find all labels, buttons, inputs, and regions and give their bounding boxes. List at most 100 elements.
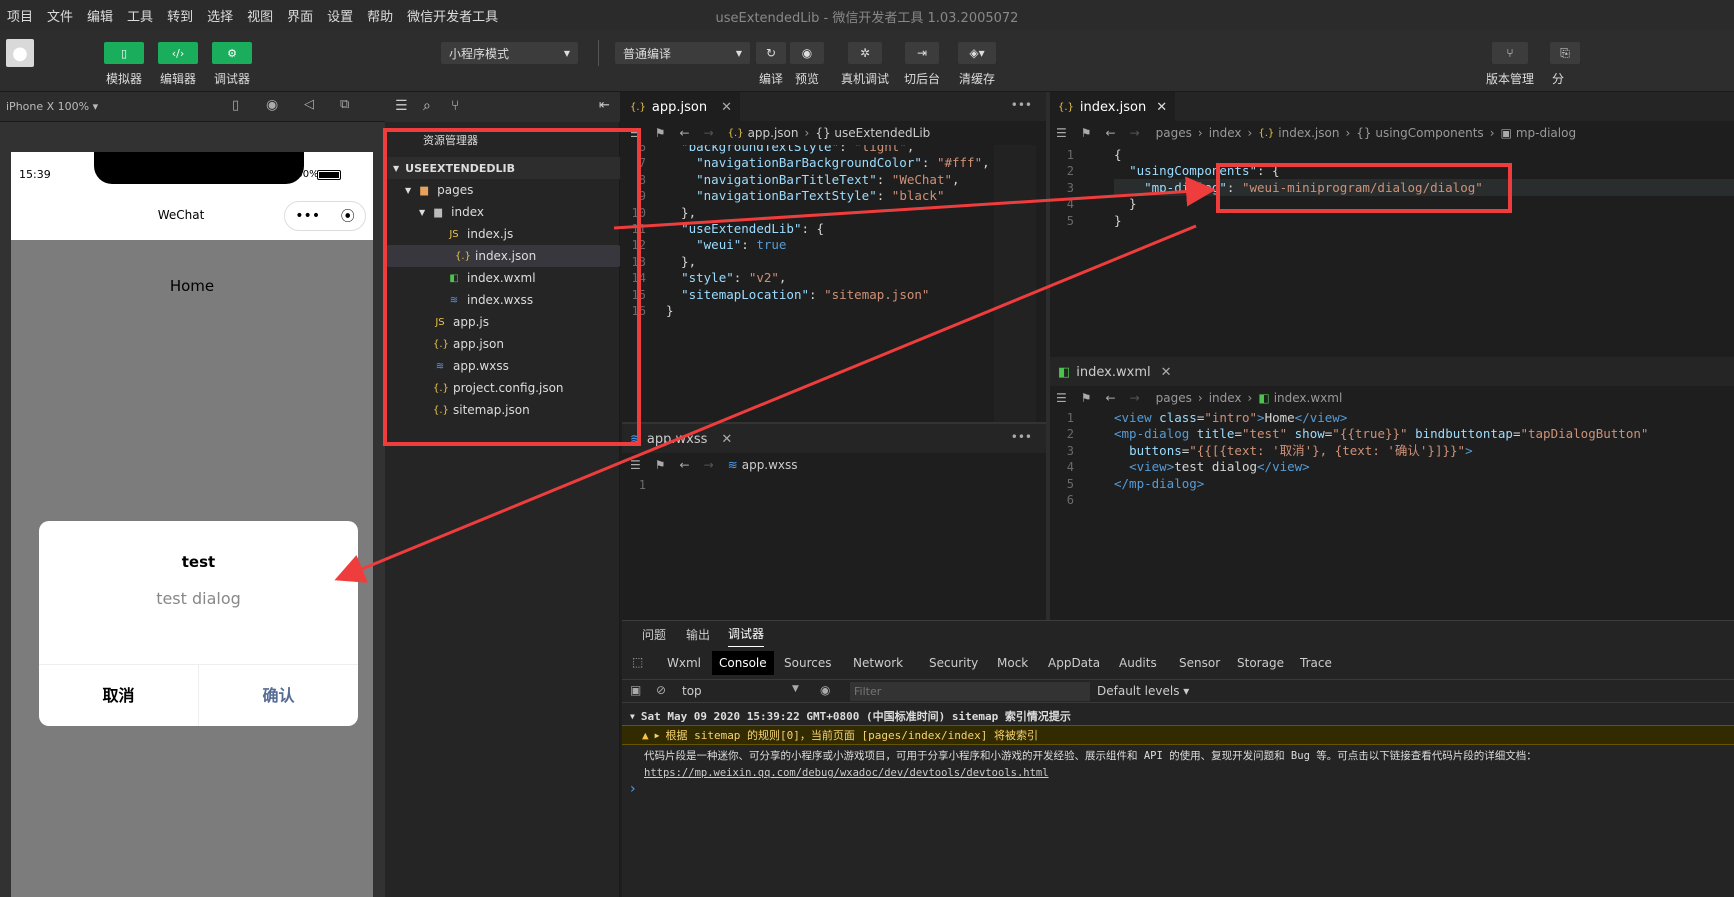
more-icon[interactable]: ••• — [1011, 430, 1032, 444]
more-icon[interactable]: ••• — [1011, 98, 1032, 112]
window-icon[interactable]: ⧉ — [340, 97, 349, 112]
list-icon[interactable]: ☰ — [395, 98, 408, 114]
console-group-header[interactable]: ▼ Sat May 09 2020 15:39:22 GMT+0800 (中国标… — [622, 707, 1734, 725]
dialog-cancel-button[interactable]: 取消 — [39, 665, 198, 726]
back-icon[interactable]: ← — [680, 458, 690, 472]
breadcrumb-folder[interactable]: index — [1209, 126, 1242, 140]
pane-divider[interactable] — [1046, 92, 1050, 620]
editor-appwxss[interactable]: 1 — [622, 477, 1046, 619]
sidebar-toggle-icon[interactable]: ▣ — [630, 683, 641, 697]
capsule-menu[interactable]: ••• ⦿ — [284, 201, 366, 231]
console-prompt[interactable]: › — [630, 781, 636, 797]
more-icon[interactable]: ••• — [295, 208, 320, 224]
target-icon[interactable]: ⦿ — [341, 206, 355, 226]
clear-icon[interactable]: ⊘ — [656, 683, 666, 697]
menu-edit[interactable]: 编辑 — [80, 6, 120, 25]
breadcrumb-symbol[interactable]: mp-dialog — [1516, 126, 1576, 140]
search-icon[interactable]: ⌕ — [423, 98, 431, 114]
eye-icon[interactable]: ◉ — [820, 683, 830, 697]
remote-debug-button[interactable]: ✲ — [848, 42, 882, 64]
compile-select[interactable]: 普通编译 ▼ — [615, 42, 750, 64]
tab-index-json[interactable]: {.} index.json ✕ — [1050, 92, 1176, 122]
breadcrumb-file[interactable]: app.wxss — [742, 458, 798, 472]
back-icon[interactable]: ← — [1106, 126, 1116, 140]
breadcrumb-file[interactable]: index.wxml — [1274, 391, 1343, 405]
clear-cache-button[interactable]: ◈▾ — [958, 42, 996, 64]
list-icon[interactable]: ☰ — [630, 458, 641, 472]
menu-tools[interactable]: 工具 — [120, 6, 160, 25]
breadcrumb-file[interactable]: index.json — [1278, 126, 1339, 140]
devtab-audits[interactable]: Audits — [1112, 651, 1164, 675]
devtab-appdata[interactable]: AppData — [1041, 651, 1107, 675]
minimap[interactable] — [994, 145, 1036, 423]
devtab-wxml[interactable]: Wxml — [660, 651, 708, 675]
devtab-sources[interactable]: Sources — [777, 651, 838, 675]
filter-input[interactable] — [850, 682, 1090, 701]
levels-select[interactable]: Default levels ▾ — [1097, 684, 1189, 698]
context-select[interactable]: top ▼ — [682, 684, 802, 698]
breadcrumb-symbol[interactable]: {} useExtendedLib — [815, 126, 930, 140]
menu-devtools[interactable]: 微信开发者工具 — [400, 6, 505, 25]
mode-select[interactable]: 小程序模式 ▼ — [441, 42, 578, 64]
bookmark-icon[interactable]: ⚑ — [655, 126, 666, 140]
devtab-mock[interactable]: Mock — [990, 651, 1035, 675]
version-button[interactable]: ⑂ — [1492, 42, 1528, 64]
close-icon[interactable]: ✕ — [721, 432, 732, 447]
breadcrumb-symbol[interactable]: {} usingComponents — [1356, 126, 1483, 140]
record-icon[interactable]: ◉ — [266, 97, 278, 113]
console-link[interactable]: https://mp.weixin.qq.com/debug/wxadoc/de… — [644, 767, 1049, 779]
tab-debugger[interactable]: 调试器 — [728, 621, 765, 647]
share-button[interactable]: ⎘ — [1550, 42, 1580, 64]
editor-button[interactable]: ‹/› — [158, 42, 198, 64]
breadcrumb-file[interactable]: app.json — [748, 126, 799, 140]
forward-icon[interactable]: → — [1130, 391, 1140, 405]
tab-index-wxml[interactable]: ◧ index.wxml ✕ — [1050, 357, 1180, 387]
bookmark-icon[interactable]: ⚑ — [1081, 126, 1092, 140]
tab-problems[interactable]: 问题 — [642, 621, 666, 647]
editor-appjson[interactable]: 6 7 8 9 10 11 12 13 14 15 16 "backgroundTextStyle"… — [622, 145, 1046, 423]
inspect-icon[interactable]: ⬚ — [632, 655, 643, 669]
close-icon[interactable]: ✕ — [1161, 365, 1172, 380]
debugger-button[interactable]: ⚙ — [212, 42, 252, 64]
menu-interface[interactable]: 界面 — [280, 6, 320, 25]
devtab-network[interactable]: Network — [846, 651, 910, 675]
tab-app-json[interactable]: {.} app.json ✕ — [622, 92, 740, 122]
preview-button[interactable]: ◉ — [790, 42, 824, 64]
forward-icon[interactable]: → — [704, 458, 714, 472]
forward-icon[interactable]: → — [1130, 126, 1140, 140]
sound-icon[interactable]: ◁ — [304, 97, 314, 112]
back-icon[interactable]: ← — [680, 126, 690, 140]
simulator-button[interactable]: ▯ — [104, 42, 144, 64]
devtab-trace[interactable]: Trace — [1293, 651, 1339, 675]
device-select[interactable]: iPhone X 100% ▾ — [6, 100, 98, 113]
list-icon[interactable]: ☰ — [1056, 391, 1067, 405]
menu-help[interactable]: 帮助 — [360, 6, 400, 25]
collapse-icon[interactable]: ⇤ — [599, 98, 610, 113]
breadcrumb-folder[interactable]: pages — [1156, 391, 1192, 405]
devtab-storage[interactable]: Storage — [1230, 651, 1291, 675]
list-icon[interactable]: ☰ — [1056, 126, 1067, 140]
menu-select[interactable]: 选择 — [200, 6, 240, 25]
forward-icon[interactable]: → — [704, 126, 714, 140]
devtab-security[interactable]: Security — [922, 651, 985, 675]
menu-project[interactable]: 项目 — [0, 6, 40, 25]
breadcrumb-folder[interactable]: pages — [1156, 126, 1192, 140]
menu-view[interactable]: 视图 — [240, 6, 280, 25]
devtab-sensor[interactable]: Sensor — [1172, 651, 1227, 675]
tab-output[interactable]: 输出 — [686, 621, 710, 647]
compile-button[interactable]: ↻ — [756, 42, 786, 64]
avatar[interactable]: ● — [6, 39, 34, 67]
breadcrumb-folder[interactable]: index — [1209, 391, 1242, 405]
console-warning[interactable]: ▲ ▶ 根据 sitemap 的规则[0]，当前页面 [pages/index/… — [622, 725, 1734, 745]
menu-goto[interactable]: 转到 — [160, 6, 200, 25]
background-button[interactable]: ⇥ — [905, 42, 939, 64]
dialog-confirm-button[interactable]: 确认 — [199, 665, 358, 726]
close-icon[interactable]: ✕ — [721, 100, 732, 115]
editor-indexwxml[interactable]: 123456 <view class="intro">Home</view> <… — [1050, 410, 1734, 619]
phone-icon[interactable]: ▯ — [232, 98, 239, 113]
bookmark-icon[interactable]: ⚑ — [1081, 391, 1092, 405]
back-icon[interactable]: ← — [1106, 391, 1116, 405]
pane-divider[interactable] — [622, 422, 1046, 424]
devtab-console[interactable]: Console — [712, 651, 774, 675]
bookmark-icon[interactable]: ⚑ — [655, 458, 666, 472]
